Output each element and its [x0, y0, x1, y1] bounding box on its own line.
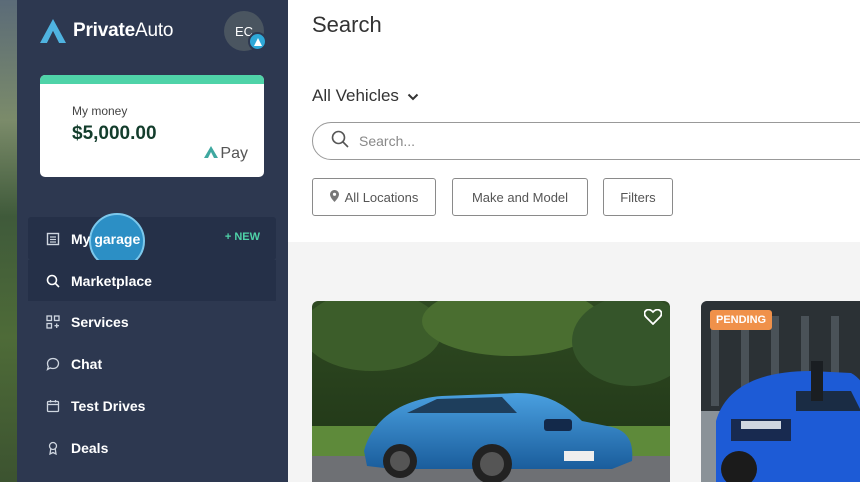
search-input[interactable]	[357, 132, 661, 150]
pending-badge: PENDING	[710, 310, 773, 330]
location-pin-icon	[329, 189, 339, 205]
search-bar[interactable]	[312, 122, 860, 160]
calendar-icon	[45, 398, 61, 414]
sidebar-item-deals[interactable]: Deals	[28, 427, 276, 469]
sidebar-item-chat[interactable]: Chat	[28, 343, 276, 385]
sidebar: PrivateAuto EC My money $5,000.00 Pay My…	[17, 0, 288, 482]
logo-mark-icon	[39, 18, 67, 44]
pay-logo: Pay	[204, 145, 248, 163]
make-and-model-button[interactable]: Make and Model	[452, 178, 588, 216]
page-title: Search	[312, 12, 382, 37]
chat-icon	[45, 356, 61, 372]
money-card-accent	[40, 75, 264, 84]
sidebar-item-services[interactable]: Services	[28, 301, 276, 343]
sidebar-nav: My garage + NEW Marketplace Services Cha…	[28, 213, 276, 469]
sidebar-item-my-garage[interactable]: My garage + NEW	[28, 213, 276, 269]
money-label: My money	[72, 104, 128, 118]
background-scenery	[0, 0, 17, 482]
avatar[interactable]: EC	[224, 11, 267, 51]
garage-icon	[45, 231, 61, 247]
listing-photo-bmw	[312, 301, 670, 482]
sidebar-item-label: Chat	[71, 356, 103, 372]
privateauto-logo[interactable]: PrivateAuto	[39, 18, 173, 44]
filters-button[interactable]: Filters	[603, 178, 673, 216]
all-locations-label: All Locations	[344, 189, 419, 205]
money-card[interactable]: My money $5,000.00 Pay	[40, 75, 264, 177]
ribbon-icon	[45, 440, 61, 456]
sidebar-item-label: Deals	[71, 440, 109, 456]
verified-badge-icon	[248, 32, 267, 51]
services-icon	[45, 314, 61, 330]
money-value: $5,000.00	[72, 123, 157, 144]
chevron-down-icon	[407, 86, 419, 106]
listing-card[interactable]	[312, 301, 670, 482]
make-and-model-label: Make and Model	[471, 189, 569, 205]
sidebar-item-label: Services	[71, 314, 129, 330]
new-badge[interactable]: + NEW	[225, 231, 260, 243]
filters-label: Filters	[620, 189, 656, 205]
search-icon	[331, 130, 349, 153]
sidebar-item-label: My garage	[71, 230, 141, 247]
sidebar-item-label: Marketplace	[71, 272, 152, 289]
sidebar-item-test-drives[interactable]: Test Drives	[28, 385, 276, 427]
listing-card[interactable]: PENDING	[701, 301, 860, 482]
logo-text-private: Private	[73, 20, 135, 41]
vehicle-type-dropdown[interactable]: All Vehicles	[312, 86, 419, 106]
favorite-heart-icon[interactable]	[643, 308, 663, 330]
sidebar-item-label: Test Drives	[71, 398, 146, 414]
pay-mark-icon	[204, 145, 219, 163]
search-icon	[45, 273, 61, 289]
pay-text: Pay	[220, 145, 248, 162]
sidebar-item-marketplace[interactable]: Marketplace	[28, 260, 276, 301]
main-content: Search All Vehicles All Locations Make a…	[288, 0, 860, 482]
all-locations-button[interactable]: All Locations	[312, 178, 436, 216]
vehicle-type-label: All Vehicles	[312, 86, 399, 105]
logo-text-auto: Auto	[134, 20, 174, 41]
